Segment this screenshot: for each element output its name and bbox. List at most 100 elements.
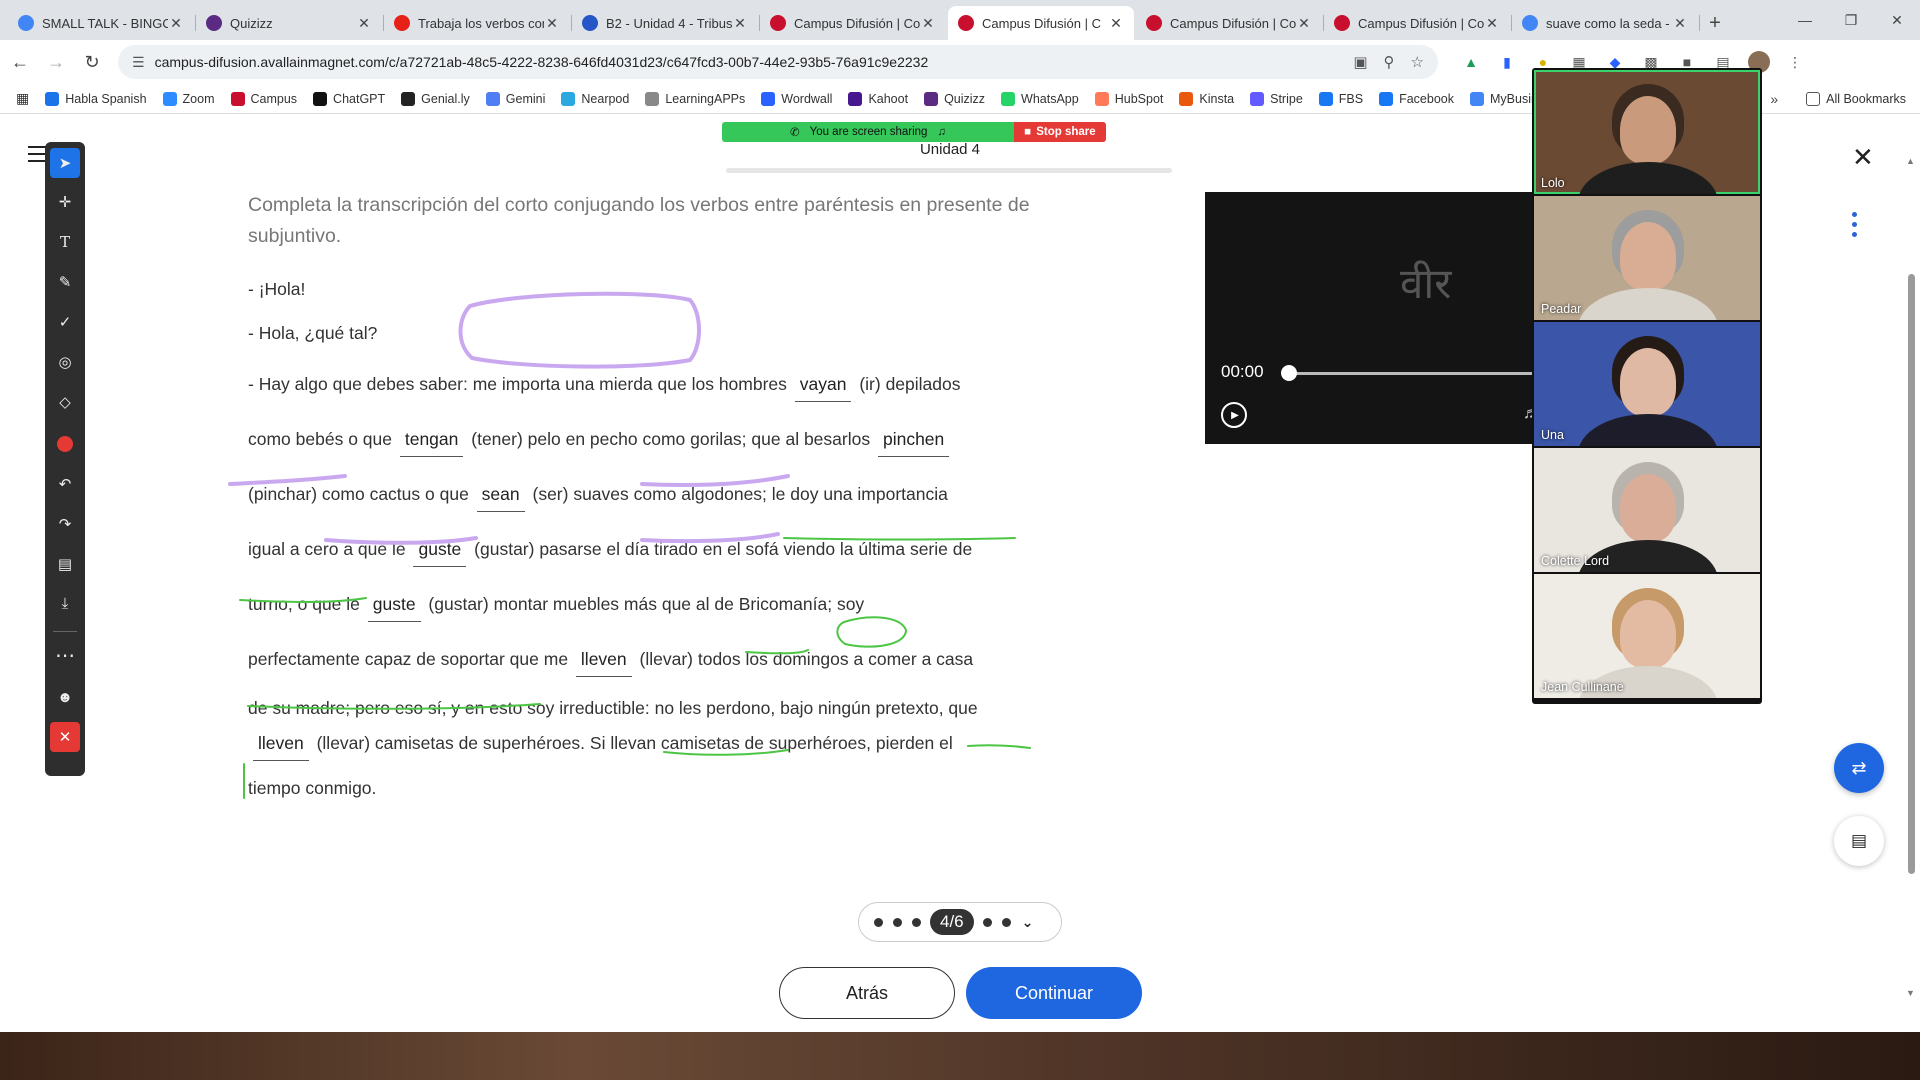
browser-tab[interactable]: Campus Difusión | Co ✕ — [1324, 6, 1512, 40]
bookmark-item[interactable]: Genial.ly — [401, 91, 470, 106]
url-text[interactable]: campus-difusion.avallainmagnet.com/c/a72… — [155, 54, 1354, 70]
browser-tab[interactable]: Campus Difusión | Co ✕ — [1136, 6, 1324, 40]
check-tool-icon[interactable]: ✓ — [50, 307, 80, 337]
back-icon[interactable]: ← — [4, 46, 36, 78]
save-download-icon[interactable]: ⤓ — [50, 588, 80, 618]
bookmark-item[interactable]: ChatGPT — [313, 91, 385, 106]
exercise-pager[interactable]: 4/6 ⌄ — [858, 902, 1062, 942]
bookmark-item[interactable]: LearningAPPs — [645, 91, 745, 106]
bookmark-item[interactable]: Quizizz — [924, 91, 985, 106]
browser-menu-icon[interactable]: ⋮ — [1784, 51, 1806, 73]
trash-extension-icon[interactable]: ▮ — [1496, 51, 1518, 73]
bookmark-item[interactable]: Stripe — [1250, 91, 1303, 106]
pen-tool-icon[interactable]: ✎ — [50, 267, 80, 297]
bookmark-star-icon[interactable]: ☆ — [1411, 53, 1424, 71]
more-tools-icon[interactable]: ⋯ — [50, 640, 80, 670]
eraser-tool-icon[interactable]: ◇ — [50, 387, 80, 417]
scroll-down-icon[interactable]: ▼ — [1906, 988, 1915, 998]
site-settings-icon[interactable]: ☰ — [132, 54, 145, 71]
bookmark-item[interactable]: Zoom — [162, 91, 215, 106]
drive-extension-icon[interactable]: ▲ — [1460, 51, 1482, 73]
answer-blank[interactable]: guste — [367, 594, 421, 622]
bookmark-item[interactable]: Campus — [230, 91, 297, 106]
video-seek-bar[interactable] — [1283, 372, 1535, 375]
close-tab-icon[interactable]: ✕ — [168, 15, 184, 32]
browser-tab[interactable]: Campus Difusión | C ✕ — [948, 6, 1134, 40]
spotlight-tool-icon[interactable]: ◎ — [50, 347, 80, 377]
restore-icon[interactable]: ❐ — [1828, 0, 1874, 40]
all-bookmarks-folder[interactable]: All Bookmarks — [1806, 92, 1906, 106]
undo-icon[interactable]: ↶ — [50, 469, 80, 499]
move-tool-icon[interactable]: ✛ — [50, 187, 80, 217]
participant-video-tile[interactable]: Peadar — [1534, 196, 1760, 320]
pointer-tool-icon[interactable]: ➤ — [50, 148, 80, 178]
close-icon[interactable]: ✕ — [1852, 142, 1874, 173]
stop-share-button[interactable]: ■ Stop share — [1014, 122, 1106, 142]
reload-icon[interactable]: ↻ — [76, 46, 108, 78]
unit-title: Unidad 4 — [919, 141, 981, 158]
close-tab-icon[interactable]: ✕ — [732, 15, 748, 32]
close-tab-icon[interactable]: ✕ — [1484, 15, 1500, 32]
bookmark-item[interactable]: HubSpot — [1094, 91, 1163, 106]
close-tab-icon[interactable]: ✕ — [920, 15, 936, 32]
bookmark-item[interactable]: Habla Spanish — [45, 91, 147, 106]
browser-tab[interactable]: Quizizz ✕ — [196, 6, 384, 40]
bookmark-item[interactable]: Facebook — [1379, 91, 1454, 106]
video-seek-handle[interactable] — [1281, 365, 1297, 381]
bookmark-item[interactable]: FBS — [1318, 91, 1363, 106]
scrollbar[interactable]: ▲ ▼ — [1906, 156, 1916, 998]
answer-blank[interactable]: tengan — [399, 429, 464, 457]
bookmark-item[interactable]: Kahoot — [848, 91, 908, 106]
scroll-up-icon[interactable]: ▲ — [1906, 156, 1915, 166]
video-player[interactable]: वीर 00:00 ▶ ♬ — [1205, 192, 1535, 444]
answer-blank[interactable]: lleven — [575, 649, 632, 677]
exercise-settings-button[interactable]: ⇄ — [1834, 743, 1884, 793]
browser-tab[interactable]: Trabaja los verbos con ✕ — [384, 6, 572, 40]
browser-tab[interactable]: SMALL TALK - BINGO ✕ — [8, 6, 196, 40]
browser-tab[interactable]: suave como la seda - ✕ — [1512, 6, 1700, 40]
audio-icon[interactable]: ♫ — [937, 126, 946, 138]
participant-video-tile[interactable]: Colette Lord — [1534, 448, 1760, 572]
bookmark-item[interactable]: Wordwall — [761, 91, 832, 106]
close-tab-icon[interactable]: ✕ — [544, 15, 560, 32]
browser-tab[interactable]: Campus Difusión | Co ✕ — [760, 6, 946, 40]
answer-blank[interactable]: sean — [476, 484, 525, 512]
address-bar[interactable]: ☰ campus-difusion.avallainmagnet.com/c/a… — [118, 45, 1438, 79]
user-annotation-icon[interactable]: ☻ — [50, 682, 80, 712]
participant-video-tile[interactable]: Una — [1534, 322, 1760, 446]
bookmark-item[interactable]: WhatsApp — [1001, 91, 1079, 106]
close-tab-icon[interactable]: ✕ — [1296, 15, 1312, 32]
more-options-icon[interactable] — [1852, 212, 1858, 242]
back-button[interactable]: Atrás — [779, 967, 955, 1019]
bookmark-item[interactable]: Nearpod — [561, 91, 629, 106]
bookmark-item[interactable]: Kinsta — [1179, 91, 1234, 106]
new-tab-icon[interactable]: + — [1700, 6, 1730, 40]
close-tab-icon[interactable]: ✕ — [1672, 15, 1688, 32]
chevron-down-icon[interactable]: ⌄ — [1022, 914, 1034, 931]
install-app-icon[interactable]: ▣ — [1353, 53, 1367, 71]
answer-blank[interactable]: vayan — [794, 374, 852, 402]
redo-icon[interactable]: ↷ — [50, 509, 80, 539]
answer-blank[interactable]: guste — [413, 539, 467, 567]
more-bookmarks-icon[interactable]: » — [1770, 91, 1778, 107]
color-picker-icon[interactable] — [50, 429, 80, 459]
bookmark-item[interactable]: Gemini — [485, 91, 545, 106]
play-icon[interactable]: ▶ — [1221, 402, 1247, 428]
close-window-icon[interactable]: ✕ — [1874, 0, 1920, 40]
answer-blank[interactable]: lleven — [253, 733, 309, 761]
browser-tab[interactable]: B2 - Unidad 4 - Tribus ✕ — [572, 6, 760, 40]
continue-button[interactable]: Continuar — [966, 967, 1142, 1019]
text-tool-icon[interactable]: T — [50, 227, 80, 257]
participant-video-tile[interactable]: Jean Cullinane — [1534, 574, 1760, 698]
forward-icon[interactable]: → — [40, 46, 72, 78]
delete-button[interactable]: ▤ — [1834, 816, 1884, 866]
apps-grid-icon[interactable]: ▦ — [16, 90, 29, 107]
answer-blank[interactable]: pinchen — [877, 429, 950, 457]
close-tab-icon[interactable]: ✕ — [1108, 15, 1124, 32]
minimize-icon[interactable]: — — [1782, 0, 1828, 40]
zoom-icon[interactable]: ⚲ — [1384, 53, 1395, 71]
participant-video-tile[interactable]: Lolo — [1534, 70, 1760, 194]
clear-all-icon[interactable]: ▤ — [50, 549, 80, 579]
close-annotation-icon[interactable]: ✕ — [50, 722, 80, 752]
close-tab-icon[interactable]: ✕ — [356, 15, 372, 32]
